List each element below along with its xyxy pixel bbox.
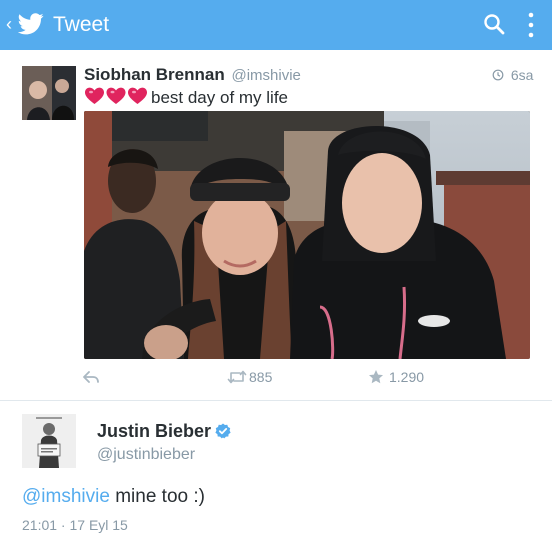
author-name[interactable]: Siobhan Brennan @imshivie bbox=[84, 65, 301, 86]
avatar[interactable] bbox=[22, 66, 76, 120]
author-name[interactable]: Justin Bieber bbox=[97, 420, 231, 442]
tweet-photo[interactable] bbox=[84, 111, 530, 359]
star-icon[interactable] bbox=[368, 369, 384, 385]
retweet-icon[interactable] bbox=[227, 370, 247, 384]
main-tweet: Justin Bieber @justinbieber @imshivie mi… bbox=[0, 401, 552, 538]
avatar-image bbox=[22, 414, 76, 468]
mention-link[interactable]: @imshivie bbox=[22, 486, 110, 507]
avatar[interactable] bbox=[22, 414, 76, 468]
heart-emoji-icon bbox=[85, 87, 147, 104]
tweet-text: mine too :) bbox=[109, 486, 205, 507]
app-title: Tweet bbox=[53, 13, 110, 36]
clock-icon bbox=[492, 69, 504, 81]
reply-icon[interactable] bbox=[82, 368, 100, 386]
quoted-tweet[interactable]: Siobhan Brennan @imshivie 6sa best day o… bbox=[0, 50, 552, 400]
search-icon[interactable] bbox=[482, 12, 506, 36]
twitter-bird-icon[interactable] bbox=[18, 12, 44, 36]
back-chevron-icon[interactable]: ‹ bbox=[6, 14, 12, 34]
author-handle[interactable]: @justinbieber bbox=[97, 445, 195, 465]
avatar-image bbox=[22, 66, 76, 120]
author-display-name[interactable]: Siobhan Brennan bbox=[84, 65, 225, 84]
verified-badge-icon bbox=[215, 423, 231, 439]
tweet-text-row: best day of my life bbox=[84, 86, 288, 108]
relative-time: 6sa bbox=[510, 67, 534, 83]
tweet-photo-image bbox=[84, 111, 530, 359]
top-app-bar: ‹ Tweet bbox=[0, 0, 552, 50]
tweet-text: best day of my life bbox=[151, 88, 289, 107]
tweet-time: 6sa bbox=[492, 66, 533, 84]
tweet-text-row: @imshivie mine too :) bbox=[22, 485, 205, 509]
tweet-actions: 885 1.290 bbox=[0, 368, 552, 390]
retweet-count: 885 bbox=[249, 369, 273, 385]
author-handle[interactable]: @imshivie bbox=[231, 67, 300, 84]
author-display-name[interactable]: Justin Bieber bbox=[97, 421, 211, 441]
tweet-timestamp: 21:01 · 17 Eyl 15 bbox=[22, 517, 128, 533]
more-vertical-icon[interactable] bbox=[526, 11, 536, 39]
favorite-count: 1.290 bbox=[389, 369, 425, 385]
